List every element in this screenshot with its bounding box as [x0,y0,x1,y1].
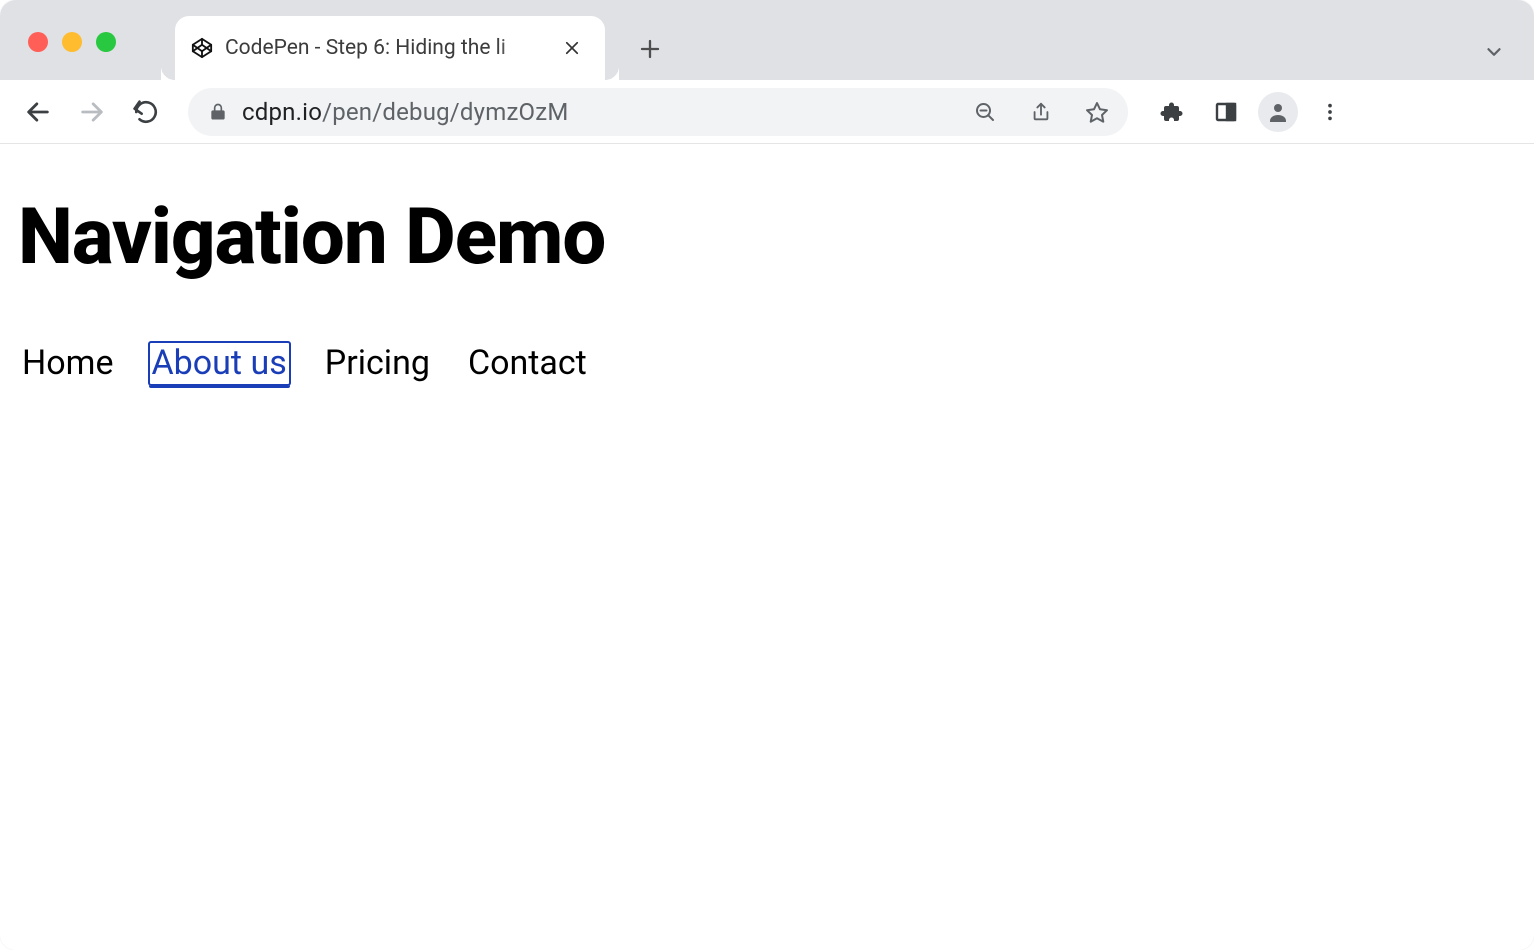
toolbar-right [1150,90,1352,134]
codepen-icon [191,37,213,59]
nav-link-home[interactable]: Home [18,341,118,386]
browser-tab-strip: CodePen - Step 6: Hiding the li [0,0,1534,80]
demo-nav: Home About us Pricing Contact [18,341,1516,386]
profile-avatar[interactable] [1258,92,1298,132]
browser-tab-title: CodePen - Step 6: Hiding the li [225,36,545,60]
star-icon[interactable] [1076,91,1118,133]
back-button[interactable] [14,88,62,136]
page-content: Navigation Demo Home About us Pricing Co… [0,144,1534,386]
zoom-out-icon[interactable] [964,91,1006,133]
nav-link-contact[interactable]: Contact [464,341,591,386]
nav-link-about-us[interactable]: About us [148,341,291,386]
reload-button[interactable] [122,88,170,136]
window-controls [28,32,116,52]
url-path: /pen/debug/dymzOzM [322,98,568,126]
window-close-button[interactable] [28,32,48,52]
browser-tab[interactable]: CodePen - Step 6: Hiding the li [175,16,605,80]
window-zoom-button[interactable] [96,32,116,52]
new-tab-button[interactable] [627,26,673,72]
page-title: Navigation Demo [18,192,1516,283]
forward-button[interactable] [68,88,116,136]
share-icon[interactable] [1020,91,1062,133]
kebab-menu-icon[interactable] [1308,90,1352,134]
url-text: cdpn.io/pen/debug/dymzOzM [242,98,569,126]
address-bar[interactable]: cdpn.io/pen/debug/dymzOzM [188,88,1128,136]
side-panel-icon[interactable] [1204,90,1248,134]
nav-link-pricing[interactable]: Pricing [321,341,434,386]
url-host: cdpn.io [242,98,322,126]
extensions-icon[interactable] [1150,90,1194,134]
window-minimize-button[interactable] [62,32,82,52]
close-icon[interactable] [557,33,587,63]
chevron-down-icon[interactable] [1476,34,1512,70]
lock-icon [208,102,228,122]
browser-toolbar: cdpn.io/pen/debug/dymzOzM [0,80,1534,144]
